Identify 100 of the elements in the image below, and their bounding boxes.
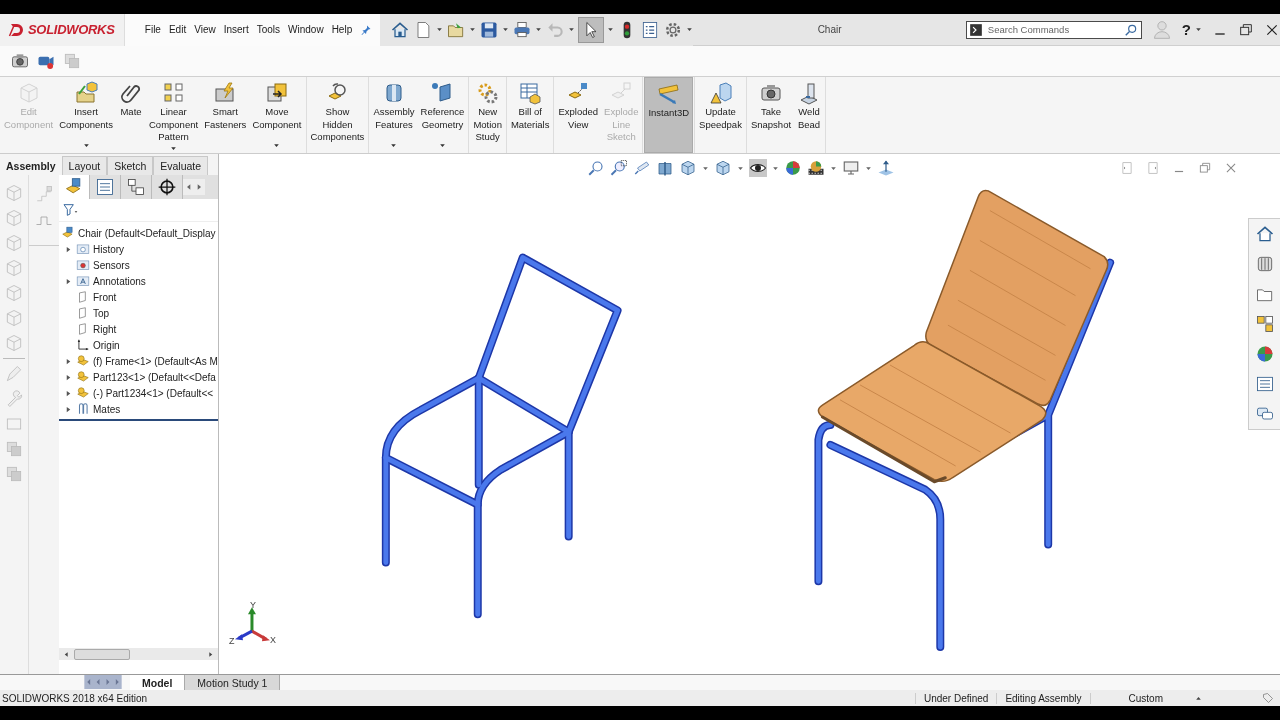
ribbon-command[interactable]: Reference Geometry xyxy=(417,77,468,153)
tree-item[interactable]: History xyxy=(93,243,125,255)
properties-icon[interactable] xyxy=(1254,374,1275,394)
caret-icon[interactable] xyxy=(607,26,615,33)
tree-item[interactable]: Front xyxy=(93,291,117,303)
search-field[interactable]: Search Commands xyxy=(965,20,1142,39)
search-icon[interactable] xyxy=(1123,22,1138,37)
axis-label: Z xyxy=(229,636,235,647)
tree-item[interactable]: Annotations xyxy=(93,275,146,287)
caret-icon[interactable] xyxy=(830,164,837,172)
ribbon-command[interactable]: Instant3D xyxy=(644,77,694,153)
scrollbar-thumb[interactable] xyxy=(74,648,130,660)
tree-item[interactable]: Part123<1> (Default<<Defa xyxy=(93,371,216,383)
right-arrow-icon[interactable] xyxy=(207,650,214,658)
ribbon-command[interactable]: Move Component xyxy=(249,77,305,153)
ribbon-command[interactable]: Exploded View xyxy=(555,77,602,153)
caret-icon[interactable] xyxy=(772,164,779,172)
tree-item[interactable]: (f) Frame<1> (Default<As M xyxy=(93,355,218,367)
caret-icon[interactable] xyxy=(535,26,543,33)
horizontal-scrollbar[interactable] xyxy=(59,648,218,660)
view-cube-icon[interactable] xyxy=(714,159,732,177)
menu-item[interactable]: View xyxy=(194,24,216,35)
scene-icon[interactable] xyxy=(807,159,825,177)
restore-icon[interactable] xyxy=(1238,21,1254,38)
caret-icon[interactable] xyxy=(390,142,398,149)
filter-icon[interactable] xyxy=(62,202,78,218)
tree-item[interactable]: Origin xyxy=(93,339,120,351)
expand-arrow-icon[interactable] xyxy=(64,357,72,365)
right-arrow-icon[interactable] xyxy=(195,183,203,191)
caret-icon[interactable] xyxy=(1195,26,1202,33)
monitor-icon[interactable] xyxy=(842,159,860,177)
left-arrow-icon[interactable] xyxy=(185,183,193,191)
color-sphere-icon[interactable] xyxy=(784,159,802,177)
caret-icon[interactable] xyxy=(439,142,446,149)
caret-icon[interactable] xyxy=(1195,694,1202,702)
home-icon[interactable] xyxy=(1254,224,1275,244)
command-tab[interactable]: Assembly xyxy=(0,156,62,175)
expand-arrow-icon[interactable] xyxy=(64,277,72,285)
ribbon-command[interactable]: Assembly Features xyxy=(370,77,418,153)
pin-icon[interactable] xyxy=(360,23,373,36)
zoom-to-fit-icon[interactable] xyxy=(587,159,605,177)
caret-icon[interactable] xyxy=(865,164,872,172)
menu-item[interactable]: Help xyxy=(331,24,353,35)
expand-arrow-icon[interactable] xyxy=(64,245,72,253)
tree-item[interactable]: Right xyxy=(93,323,117,335)
ribbon-command[interactable]: Update Speedpak xyxy=(696,77,745,153)
menu-item[interactable]: Tools xyxy=(256,24,281,35)
expand-arrow-icon[interactable] xyxy=(64,373,72,381)
bottom-tab[interactable]: Model xyxy=(130,675,186,690)
expand-arrow-icon[interactable] xyxy=(64,405,72,413)
bottom-tab[interactable]: Motion Study 1 xyxy=(185,675,281,690)
cursor-icon[interactable] xyxy=(578,16,605,43)
ribbon-command[interactable]: Smart Fasteners xyxy=(201,77,250,153)
previous-view-icon[interactable] xyxy=(633,159,651,177)
tile-left-icon[interactable] xyxy=(1120,161,1134,175)
tree-item[interactable]: Sensors xyxy=(93,259,130,271)
ribbon-command[interactable]: Bill of Materials xyxy=(507,77,553,153)
tile-right-icon[interactable] xyxy=(1146,161,1160,175)
command-tab[interactable]: Sketch xyxy=(107,156,154,175)
ribbon-command[interactable]: Linear Component Pattern xyxy=(146,77,202,153)
ribbon-command[interactable]: New Motion Study xyxy=(470,77,505,153)
tree-item[interactable]: Top xyxy=(93,307,110,319)
ribbon-command[interactable]: Take Snapshot xyxy=(747,77,795,153)
caret-icon[interactable] xyxy=(273,142,281,149)
properties-icon xyxy=(95,177,115,197)
left-arrow-icon[interactable] xyxy=(63,650,70,658)
caret-icon[interactable] xyxy=(436,26,444,33)
caret-icon[interactable] xyxy=(469,26,477,33)
caret-icon[interactable] xyxy=(568,26,576,33)
menu-item[interactable]: Window xyxy=(288,24,324,35)
ribbon-command[interactable]: Show Hidden Components xyxy=(307,77,368,153)
normal-arrow-icon[interactable] xyxy=(877,159,895,177)
printer-icon[interactable] xyxy=(512,19,533,40)
view-cube-icon[interactable] xyxy=(679,159,697,177)
tree-item[interactable]: Chair (Default<Default_Display xyxy=(78,227,216,239)
caret-icon[interactable] xyxy=(82,142,90,149)
units-selector[interactable]: Custom xyxy=(1089,692,1195,704)
caret-icon[interactable] xyxy=(702,164,709,172)
view-palette-icon[interactable] xyxy=(1254,314,1275,334)
ribbon-command[interactable]: Insert Components xyxy=(56,77,116,153)
zoom-area-icon[interactable] xyxy=(610,159,628,177)
caret-icon[interactable] xyxy=(170,144,178,152)
section-view-icon[interactable] xyxy=(656,159,674,177)
menu-item[interactable]: Edit xyxy=(168,24,187,35)
tree-item[interactable]: Mates xyxy=(93,403,121,415)
expand-arrow-icon[interactable] xyxy=(64,389,72,397)
tab-scroll-arrows[interactable] xyxy=(183,179,205,195)
command-tab[interactable]: Layout xyxy=(61,156,108,175)
tree-item[interactable]: (-) Part1234<1> (Default<< xyxy=(93,387,214,399)
ribbon-command[interactable]: Weld Bead xyxy=(794,77,825,153)
ribbon-command[interactable]: Mate xyxy=(116,77,146,153)
menu-item[interactable]: File xyxy=(144,24,161,35)
menu-item[interactable]: Insert xyxy=(223,24,249,35)
tag-icon[interactable] xyxy=(1262,692,1274,704)
caret-icon[interactable] xyxy=(686,26,694,33)
help-button[interactable]: ? xyxy=(1181,21,1191,38)
eye-icon[interactable] xyxy=(749,159,767,177)
command-tab[interactable]: Evaluate xyxy=(153,156,209,175)
caret-icon[interactable] xyxy=(737,164,744,172)
caret-icon[interactable] xyxy=(502,26,510,33)
